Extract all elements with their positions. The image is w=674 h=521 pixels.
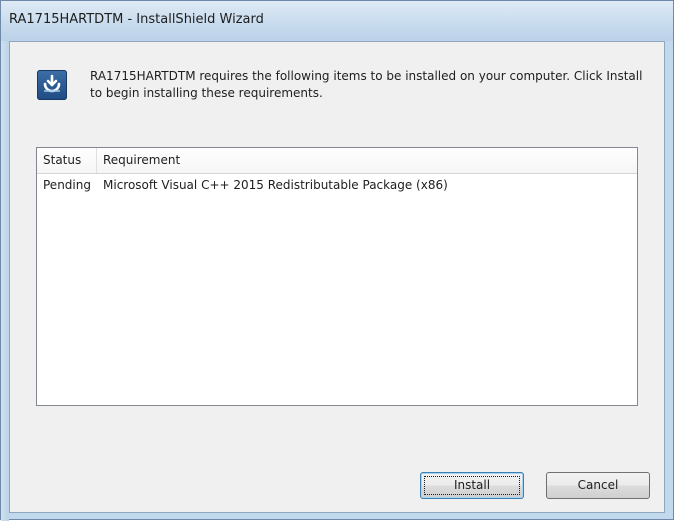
install-button-label: Install xyxy=(453,478,491,492)
window-frame-edge xyxy=(1,41,9,521)
title-bar[interactable]: RA1715HARTDTM - InstallShield Wizard xyxy=(1,1,673,41)
dialog-body: RA1715HARTDTM requires the following ite… xyxy=(9,41,665,513)
column-header-requirement[interactable]: Requirement xyxy=(97,148,637,173)
list-header: Status Requirement xyxy=(37,148,637,174)
item-status: Pending xyxy=(43,178,91,192)
item-requirement: Microsoft Visual C++ 2015 Redistributabl… xyxy=(103,178,448,192)
list-item[interactable]: Pending Microsoft Visual C++ 2015 Redist… xyxy=(37,176,637,194)
installshield-info-icon xyxy=(37,70,67,100)
column-header-status[interactable]: Status xyxy=(37,148,97,173)
requirements-list[interactable]: Status Requirement Pending Microsoft Vis… xyxy=(36,147,638,406)
installer-window: RA1715HARTDTM - InstallShield Wizard RA1… xyxy=(0,0,674,521)
window-title: RA1715HARTDTM - InstallShield Wizard xyxy=(9,12,264,27)
cancel-button[interactable]: Cancel xyxy=(546,472,650,499)
install-button[interactable]: Install xyxy=(420,472,524,499)
requirements-message: RA1715HARTDTM requires the following ite… xyxy=(90,69,643,100)
